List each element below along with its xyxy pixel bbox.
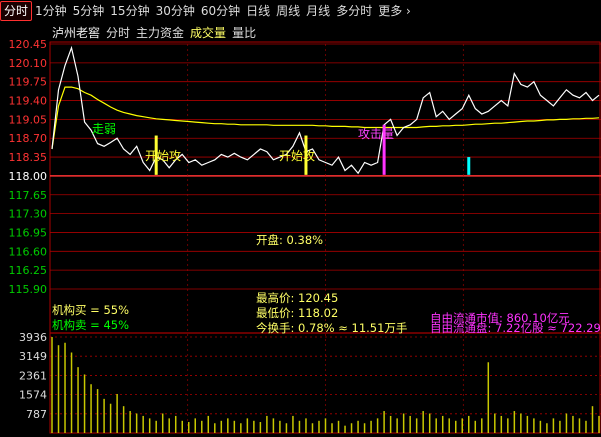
volume-axis-labels: 3936 3149 2361 1574 787 bbox=[19, 331, 47, 421]
tab-30min[interactable]: 30分钟 bbox=[153, 2, 198, 20]
annotation-weak: 走弱 bbox=[92, 122, 116, 136]
tab-weekly[interactable]: 周线 bbox=[273, 2, 303, 20]
price-tick-label: 115.90 bbox=[9, 283, 48, 296]
tab-intraday[interactable]: 分时 bbox=[0, 1, 33, 21]
price-tick-label: 116.25 bbox=[9, 264, 48, 277]
price-tick-label: 117.30 bbox=[9, 208, 48, 221]
annotation-attack-1: 开始攻 bbox=[145, 149, 181, 163]
volume-tick-label: 2361 bbox=[19, 369, 47, 382]
tab-more[interactable]: 更多 › bbox=[375, 2, 414, 20]
price-tick-label: 116.60 bbox=[9, 245, 48, 258]
indicator-main-fund[interactable]: 主力资金 bbox=[136, 24, 184, 41]
price-tick-label: 119.05 bbox=[9, 113, 48, 126]
free-float: 自由流通盘: 7.22亿股 ≈ 722.29 bbox=[430, 321, 601, 335]
price-axis-labels: 120.45120.10119.75119.40119.05118.70118.… bbox=[9, 38, 48, 296]
volume-tick-label: 3936 bbox=[19, 331, 47, 344]
low-price: 最低价: 118.02 bbox=[256, 306, 338, 320]
turnover: 今换手: 0.78% ≈ 11.51万手 bbox=[256, 321, 407, 335]
tab-more-label: 更多 bbox=[378, 4, 403, 18]
price-tick-label: 116.95 bbox=[9, 226, 48, 239]
high-price: 最高价: 120.45 bbox=[256, 291, 338, 305]
annotation-volume: 攻击量 bbox=[358, 127, 394, 141]
tab-15min[interactable]: 15分钟 bbox=[107, 2, 152, 20]
inst-buy: 机构买 = 55% bbox=[52, 303, 129, 317]
volume-tick-label: 3149 bbox=[19, 350, 47, 363]
indicator-volume-ratio[interactable]: 量比 bbox=[232, 24, 256, 41]
volume-tick-label: 1574 bbox=[19, 389, 47, 402]
period-tabs: 分时 1分钟 5分钟 15分钟 30分钟 60分钟 日线 周线 月线 多分时 更… bbox=[0, 0, 601, 22]
tab-monthly[interactable]: 月线 bbox=[303, 2, 333, 20]
chart-header: 泸州老窖 分时 主力资金 成交量 量比 bbox=[0, 22, 601, 42]
price-tick-label: 118.70 bbox=[9, 132, 48, 145]
open-pct: 开盘: 0.38% bbox=[256, 233, 323, 247]
stock-name: 泸州老窖 bbox=[52, 25, 101, 40]
annotation-attack-2: 开始攻 bbox=[279, 149, 315, 163]
tab-1min[interactable]: 1分钟 bbox=[32, 2, 70, 20]
inst-sell: 机构卖 = 45% bbox=[52, 318, 129, 332]
price-tick-label: 117.65 bbox=[9, 189, 48, 202]
indicator-volume[interactable]: 成交量 bbox=[190, 24, 226, 41]
price-tick-label: 120.10 bbox=[9, 57, 48, 70]
chevron-right-icon: › bbox=[406, 4, 411, 18]
tab-5min[interactable]: 5分钟 bbox=[70, 2, 108, 20]
volume-tick-label: 787 bbox=[26, 408, 47, 421]
price-tick-label: 118.00 bbox=[9, 170, 48, 183]
tab-60min[interactable]: 60分钟 bbox=[198, 2, 243, 20]
chart-grid bbox=[49, 41, 601, 434]
price-tick-label: 119.75 bbox=[9, 76, 48, 89]
tab-daily[interactable]: 日线 bbox=[243, 2, 273, 20]
intraday-chart[interactable]: 120.45120.10119.75119.40119.05118.70118.… bbox=[0, 0, 601, 437]
tab-multi-intraday[interactable]: 多分时 bbox=[333, 2, 375, 20]
indicator-intraday[interactable]: 分时 bbox=[106, 24, 130, 41]
price-tick-label: 119.40 bbox=[9, 95, 48, 108]
price-tick-label: 118.35 bbox=[9, 151, 48, 164]
